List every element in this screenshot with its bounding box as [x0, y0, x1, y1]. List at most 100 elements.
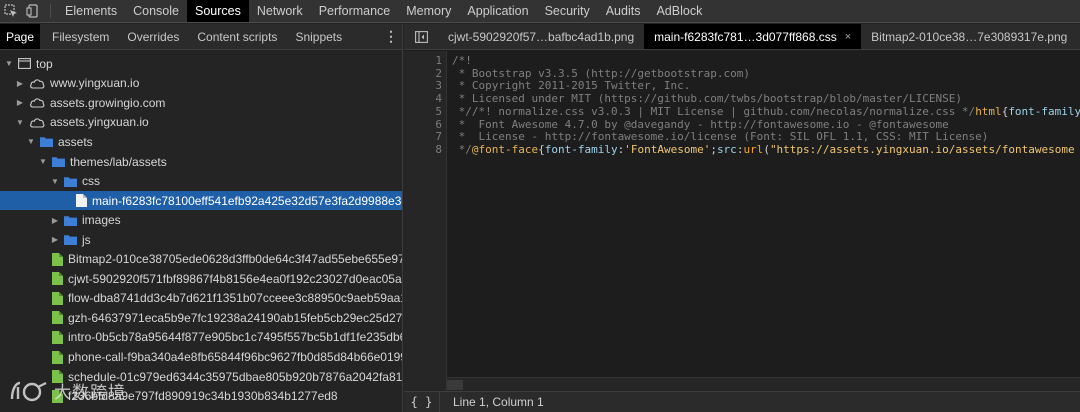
- tree-item[interactable]: ▼ top: [0, 54, 402, 74]
- tree-item-label: main-f6283fc78100eff541efb92a425e32d57e3…: [92, 193, 402, 208]
- folder-icon: [52, 156, 65, 167]
- tree-item-label: gzh-64637971eca5b9e7fc19238a24190ab15feb…: [68, 310, 402, 325]
- watermark-logo-icon: [10, 381, 47, 401]
- code-token: 'FontAwesome': [624, 142, 711, 156]
- tree-item-label: top: [36, 56, 53, 71]
- line-number: 6: [435, 117, 442, 131]
- tree-item[interactable]: ▶ images: [0, 210, 402, 230]
- nav-tab-overrides[interactable]: Overrides: [121, 24, 185, 49]
- cloud-icon: [29, 117, 45, 128]
- tree-item[interactable]: ▼ themes/lab/assets: [0, 152, 402, 172]
- code-token: * Copyright 2011-2015 Twitter, Inc.: [452, 79, 691, 93]
- scrollbar-thumb[interactable]: [447, 380, 463, 390]
- code-line: * Font Awesome 4.7.0 by @davegandy - htt…: [452, 117, 949, 132]
- folder-icon: [64, 234, 77, 246]
- editor-tab[interactable]: Bitmap2-010ce38…7e3089317e.png: [861, 24, 1077, 49]
- folder-icon: [40, 136, 53, 148]
- expand-arrow-icon[interactable]: ▼: [50, 177, 60, 186]
- tab-application[interactable]: Application: [459, 0, 536, 22]
- inspect-element-icon[interactable]: [0, 0, 22, 22]
- line-number: 3: [435, 79, 442, 93]
- horizontal-scrollbar[interactable]: [447, 377, 1080, 391]
- code-line: * Copyright 2011-2015 Twitter, Inc.: [452, 79, 691, 93]
- tree-item[interactable]: ▼ assets: [0, 132, 402, 152]
- tree-item[interactable]: main-f6283fc78100eff541efb92a425e32d57e3…: [0, 190, 402, 211]
- tab-network[interactable]: Network: [249, 0, 311, 22]
- editor-tab-label: main-f6283fc781…3d077ff868.css: [654, 29, 837, 44]
- file-green-icon: [52, 311, 63, 325]
- tab-adblock[interactable]: AdBlock: [648, 0, 710, 22]
- code-line: * Licensed under MIT (https://github.com…: [452, 92, 962, 106]
- nav-tab-content-scripts[interactable]: Content scripts: [191, 24, 283, 49]
- collapse-arrow-icon[interactable]: ▶: [15, 79, 25, 88]
- line-number-gutter: 12345678: [404, 51, 447, 391]
- tree-item[interactable]: ▼ css: [0, 171, 402, 191]
- folder-icon: [64, 176, 77, 187]
- collapse-arrow-icon[interactable]: ▶: [50, 235, 60, 244]
- line-number: 5: [435, 104, 442, 118]
- code-token: /*!: [452, 54, 472, 67]
- tab-console[interactable]: Console: [125, 0, 187, 22]
- file-white-icon: [76, 194, 87, 208]
- cursor-position: Line 1, Column 1: [453, 395, 544, 409]
- collapse-arrow-icon[interactable]: ▶: [15, 98, 25, 107]
- tab-sources[interactable]: Sources: [186, 0, 249, 22]
- tab-audits[interactable]: Audits: [598, 0, 649, 22]
- more-options-icon[interactable]: ⋮: [380, 24, 402, 49]
- tree-item-label: css: [82, 174, 100, 189]
- pretty-print-button[interactable]: { }: [404, 392, 440, 412]
- tree-item-label: phone-call-f9ba340a4e8fb65844f96bc9627fb…: [68, 350, 402, 364]
- tree-item[interactable]: intro-0b5cb78a95644f877e905bc1c7495f557b…: [0, 328, 402, 348]
- editor-tab-label: cjwt-5902920f57…bafbc4ad1b.png: [448, 29, 635, 44]
- expand-arrow-icon[interactable]: ▼: [38, 157, 48, 166]
- close-tab-icon[interactable]: ×: [845, 31, 851, 43]
- code-token: font-family: [544, 142, 618, 156]
- code-token: url: [743, 142, 764, 156]
- tree-item-label: themes/lab/assets: [70, 154, 167, 169]
- code-area[interactable]: 12345678 /*! * Bootstrap v3.3.5 (http://…: [404, 51, 1080, 391]
- tree-item[interactable]: ▶ www.yingxuan.io: [0, 74, 402, 94]
- expand-arrow-icon[interactable]: ▼: [15, 118, 25, 127]
- expand-arrow-icon[interactable]: ▼: [26, 137, 36, 146]
- collapse-arrow-icon[interactable]: ▶: [50, 216, 60, 225]
- tree-item[interactable]: gzh-64637971eca5b9e7fc19238a24190ab15feb…: [0, 308, 402, 328]
- file-green-icon: [52, 252, 63, 266]
- editor-status-bar: { } Line 1, Column 1: [404, 391, 1080, 412]
- frame-icon: [18, 58, 31, 70]
- code-token: font-family: [1008, 104, 1080, 118]
- tree-item-label: images: [82, 213, 121, 228]
- editor-tab-active[interactable]: main-f6283fc781…3d077ff868.css ×: [644, 24, 862, 49]
- tab-elements[interactable]: Elements: [57, 0, 125, 22]
- nav-tab-filesystem[interactable]: Filesystem: [46, 24, 115, 49]
- expand-arrow-icon[interactable]: ▼: [4, 59, 14, 68]
- tree-item[interactable]: ▶ assets.growingio.com: [0, 93, 402, 113]
- nav-tab-page[interactable]: Page: [0, 24, 41, 49]
- tree-item[interactable]: ▼ assets.yingxuan.io: [0, 113, 402, 133]
- device-toolbar-icon[interactable]: [22, 0, 44, 22]
- tree-item-label: www.yingxuan.io: [50, 76, 140, 91]
- tab-memory[interactable]: Memory: [398, 0, 459, 22]
- code-token: *//*! normalize.css v3.0.3 | MIT License…: [452, 104, 976, 118]
- folder-icon: [64, 215, 77, 226]
- tree-item-label: Bitmap2-010ce38705ede0628d3ffb0de64c3f47…: [68, 252, 402, 267]
- watermark: 大数跨境: [8, 378, 126, 403]
- tree-item[interactable]: flow-dba8741dd3c4b7d621f1351b07cceee3c88…: [0, 289, 402, 309]
- code-line: */@font-face{font-family:'FontAwesome';s…: [452, 142, 1075, 157]
- tree-item[interactable]: ▶ js: [0, 230, 402, 250]
- tab-performance[interactable]: Performance: [311, 0, 399, 22]
- tree-item[interactable]: phone-call-f9ba340a4e8fb65844f96bc9627fb…: [0, 347, 402, 367]
- editor-tab[interactable]: cjwt-5902920f57…bafbc4ad1b.png: [438, 24, 644, 49]
- code-line: /*!: [452, 54, 472, 68]
- tab-security[interactable]: Security: [537, 0, 598, 22]
- code-token: */: [452, 142, 472, 156]
- file-green-icon: [52, 291, 63, 305]
- tree-item-label: assets.yingxuan.io: [50, 115, 149, 130]
- tree-item[interactable]: Bitmap2-010ce38705ede0628d3ffb0de64c3f47…: [0, 250, 402, 270]
- toggle-navigator-icon[interactable]: [404, 24, 438, 49]
- code-token: src: [716, 142, 737, 156]
- tree-item[interactable]: cjwt-5902920f571fbf89867f4b8156e4ea0f192…: [0, 269, 402, 289]
- code-token: * Font Awesome 4.7.0 by @davegandy - htt…: [452, 117, 949, 131]
- tree-item-label: flow-dba8741dd3c4b7d621f1351b07cceee3c88…: [68, 291, 402, 306]
- code-line: * Bootstrap v3.3.5 (http://getbootstrap.…: [452, 67, 750, 81]
- nav-tab-snippets[interactable]: Snippets: [289, 24, 348, 49]
